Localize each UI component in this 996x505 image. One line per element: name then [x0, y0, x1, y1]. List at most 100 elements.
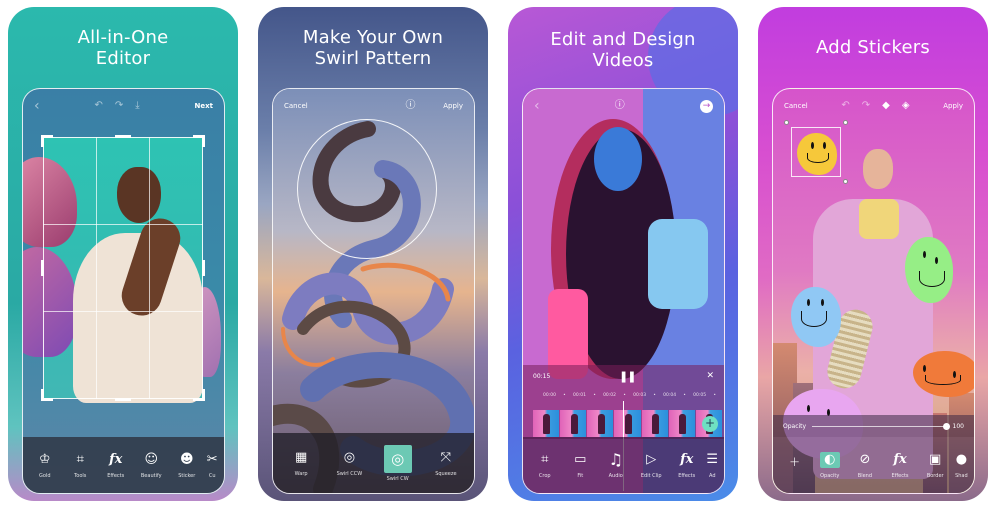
tool-swirl-cw[interactable]: ◎ Swirl CW — [381, 444, 415, 482]
timeline-tick: 00:04 — [663, 393, 677, 398]
tool-cutout[interactable]: ✂ Cu — [205, 452, 219, 479]
eraser-icon[interactable]: ◆ — [882, 101, 890, 111]
sticker-selection-box[interactable] — [784, 120, 848, 184]
card-title: Edit and Design Videos — [550, 29, 696, 71]
opacity-slider-knob[interactable] — [942, 422, 950, 430]
subject-shirt — [648, 219, 708, 309]
sticker-green-smiley[interactable] — [905, 237, 953, 303]
tool-squeeze[interactable]: ⤧ Squeeze — [429, 450, 463, 477]
tool-adjust[interactable]: ☰ Ad — [705, 452, 719, 479]
layers-icon[interactable]: ◈ — [902, 101, 910, 111]
selection-handle[interactable] — [784, 120, 789, 125]
tool-effects[interactable]: fx Effects — [99, 452, 133, 479]
timeline-tick: 00:03 — [633, 393, 647, 398]
tool-label: Effects — [107, 472, 125, 479]
selection-handle[interactable] — [843, 120, 848, 125]
sticker-blue-smiley[interactable] — [791, 287, 841, 347]
tool-fit[interactable]: ▭ Fit — [563, 452, 597, 479]
crop-handle-top-right[interactable] — [193, 135, 205, 147]
tool-tools[interactable]: ⌗ Tools — [63, 452, 97, 479]
sticker-smile — [919, 271, 945, 287]
plus-icon: + — [789, 454, 801, 470]
tool-crop[interactable]: ⌗ Crop — [528, 452, 562, 479]
tool-gold[interactable]: ♔ Gold — [28, 452, 62, 479]
apply-button[interactable]: Apply — [943, 102, 963, 110]
next-button[interactable]: Next — [195, 102, 213, 110]
crop-handle-right[interactable] — [202, 260, 205, 276]
cancel-button[interactable]: Cancel — [784, 102, 808, 110]
screenshot-card-video-editor: Edit and Design Videos ‹ ⓘ → 00:15 ❚❚ ✕ … — [508, 7, 738, 501]
tool-beautify[interactable]: ☺ Beautify — [134, 452, 168, 479]
tool-shadow[interactable]: ● Shad — [953, 452, 969, 479]
tool-audio[interactable]: ♫ Audio — [599, 451, 633, 479]
pause-icon[interactable]: ❚❚ — [619, 370, 636, 383]
fx-icon: fx — [680, 451, 694, 467]
clip-frame — [668, 410, 695, 437]
tool-label: Beautify — [140, 472, 162, 479]
edit-clip-icon: ▷ — [646, 451, 657, 467]
crop-handle-top-left[interactable] — [41, 135, 53, 147]
undo-icon[interactable]: ↶ — [841, 101, 849, 111]
timeline-dot: • — [713, 393, 716, 398]
tool-border[interactable]: ▣ Border — [918, 452, 952, 479]
timeline-ruler: 00:00 • 00:01 • 00:02 • 00:03 • 00:04 • 00:05 • — [543, 393, 716, 398]
selection-handle[interactable] — [843, 179, 848, 184]
clip-frame — [560, 410, 587, 437]
back-icon[interactable]: ‹ — [534, 99, 540, 113]
add-sticker-button[interactable]: + — [778, 455, 812, 476]
tool-label: Warp — [294, 470, 308, 477]
sticker-eye — [935, 257, 938, 264]
crop-image-area[interactable] — [23, 135, 221, 403]
crop-handle-left[interactable] — [41, 260, 44, 276]
mute-icon[interactable]: ✕ — [706, 371, 714, 381]
tool-label: Effects — [678, 472, 696, 479]
tool-effects[interactable]: fx Effects — [670, 452, 704, 479]
editor-top-bar: Cancel ↶ ↷ ◆ ◈ Apply — [773, 95, 974, 117]
crop-handle-bottom-right[interactable] — [193, 389, 205, 401]
next-icon[interactable]: → — [699, 99, 713, 113]
opacity-slider[interactable] — [812, 422, 950, 430]
tool-blend[interactable]: ⊘ Blend — [848, 452, 882, 479]
tool-label: Cu — [208, 472, 216, 479]
sticker-toolbar: + ◐ Opacity ⊘ Blend fx Effects ▣ Border … — [773, 437, 974, 493]
apply-button[interactable]: Apply — [443, 102, 463, 110]
back-icon[interactable]: ‹ — [34, 99, 40, 113]
tool-warp[interactable]: ▦ Warp — [284, 450, 318, 477]
card-title: All-in-One Editor — [77, 27, 169, 69]
sticker-eye — [923, 251, 926, 258]
tool-label: Squeeze — [435, 470, 457, 477]
redo-icon[interactable]: ↷ — [862, 101, 870, 111]
opacity-label: Opacity — [783, 422, 807, 430]
timeline-dot: • — [563, 393, 566, 398]
sticker-eye — [807, 405, 810, 412]
tool-opacity[interactable]: ◐ Opacity — [813, 451, 847, 479]
redo-icon[interactable]: ↷ — [115, 101, 123, 111]
info-icon[interactable]: ⓘ — [405, 101, 415, 111]
clip-filmstrip[interactable] — [533, 410, 722, 437]
opacity-value: 100 — [952, 422, 964, 430]
tool-edit-clip[interactable]: ▷ Edit Clip — [634, 452, 668, 479]
tool-label: Shad — [955, 472, 968, 479]
tool-effects[interactable]: fx Effects — [883, 452, 917, 479]
squeeze-icon: ⤧ — [440, 449, 452, 465]
download-icon[interactable]: ⤓ — [135, 101, 139, 111]
crop-frame — [43, 137, 203, 399]
tool-label: Fit — [577, 472, 584, 479]
swirl-brush-circle[interactable] — [297, 119, 437, 259]
clip-frame — [587, 410, 614, 437]
subject-face — [594, 127, 642, 191]
crop-handle-bottom-left[interactable] — [41, 389, 53, 401]
editor-top-bar: Cancel ⓘ Apply — [273, 95, 474, 117]
blend-icon: ⊘ — [859, 451, 871, 467]
tool-swirl-ccw[interactable]: ◎ Swirl CCW — [332, 450, 366, 477]
info-icon[interactable]: ⓘ — [615, 101, 625, 111]
editor-toolbar: ♔ Gold ⌗ Tools fx Effects ☺ Beautify ☻ S… — [23, 437, 224, 493]
add-clip-button[interactable]: + — [702, 416, 718, 432]
sticker-eye — [923, 365, 926, 372]
cancel-button[interactable]: Cancel — [284, 102, 308, 110]
undo-icon[interactable]: ↶ — [94, 101, 102, 111]
tool-sticker[interactable]: ☻ Sticker — [170, 452, 204, 479]
crop-handle-top[interactable] — [115, 135, 131, 138]
crop-handle-bottom[interactable] — [115, 398, 131, 401]
swirl-ccw-icon: ◎ — [343, 449, 356, 465]
